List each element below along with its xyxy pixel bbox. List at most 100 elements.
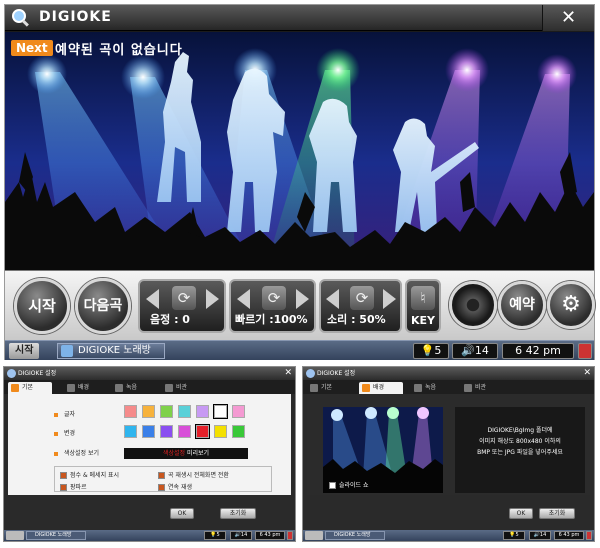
checkbox[interactable] bbox=[158, 484, 165, 491]
color-swatch[interactable] bbox=[213, 404, 228, 419]
basic-tab-icon bbox=[11, 384, 19, 392]
app-title: DIGIOKE bbox=[39, 9, 112, 25]
checkbox-fanfare[interactable]: 팡파르 bbox=[60, 482, 87, 491]
flag-icon[interactable] bbox=[578, 343, 592, 359]
pitch-down-button[interactable] bbox=[146, 289, 159, 309]
color-swatch[interactable] bbox=[232, 405, 245, 418]
checkbox[interactable] bbox=[60, 472, 67, 479]
bulb-indicator: 💡5 bbox=[503, 531, 525, 540]
reserve-button[interactable]: 예약 bbox=[498, 281, 546, 329]
pitch-control: ⟳ 음정 : 0 bbox=[138, 279, 226, 333]
tab-label: 배경 bbox=[78, 384, 90, 391]
dialog-title-bar[interactable]: DIGIOKE 설정 ✕ bbox=[303, 367, 594, 380]
color-swatch[interactable] bbox=[196, 405, 209, 418]
next-song-button[interactable]: 다음곡 bbox=[75, 278, 131, 334]
extra-tab-icon bbox=[464, 384, 472, 392]
close-button[interactable]: ✕ bbox=[542, 5, 594, 31]
tab-record[interactable]: 녹음 bbox=[112, 382, 156, 394]
color-swatch[interactable] bbox=[142, 425, 155, 438]
flag-icon[interactable] bbox=[586, 531, 592, 540]
clock: 6 42 pm bbox=[502, 343, 574, 359]
dialog-title: DIGIOKE 설정 bbox=[317, 370, 356, 377]
volume-up-button[interactable] bbox=[383, 289, 396, 309]
dialog-close-button[interactable]: ✕ bbox=[284, 367, 292, 380]
outline-color-row: 변경 bbox=[54, 428, 75, 437]
taskbar-task-label[interactable]: DIGIOKE 노래방 bbox=[325, 531, 385, 540]
bulb-count: 5 bbox=[216, 532, 220, 538]
pitch-up-button[interactable] bbox=[206, 289, 219, 309]
color-swatch[interactable] bbox=[178, 405, 191, 418]
dialog-title-bar[interactable]: DIGIOKE 설정 ✕ bbox=[4, 367, 295, 380]
dialog-close-button[interactable]: ✕ bbox=[583, 367, 591, 380]
clock: 6 43 pm bbox=[554, 531, 584, 540]
checkbox[interactable] bbox=[158, 472, 165, 479]
lyrics-color-row: 글자 bbox=[54, 409, 75, 418]
tab-background[interactable]: 배경 bbox=[64, 382, 108, 394]
speed-down-button[interactable] bbox=[237, 289, 250, 309]
checkbox-score[interactable]: 점수 & 메세지 표시 bbox=[60, 470, 119, 479]
volume-down-button[interactable] bbox=[326, 289, 339, 309]
taskbar-task-label[interactable]: DIGIOKE 노래방 bbox=[26, 531, 86, 540]
tab-extra[interactable]: 비관 bbox=[162, 382, 206, 394]
taskbar-task-digioke[interactable]: DIGIOKE 노래방 bbox=[57, 343, 165, 359]
tab-label: 비관 bbox=[475, 384, 487, 391]
key-control[interactable]: ♮ KEY bbox=[405, 279, 441, 333]
magnifier-icon bbox=[7, 369, 16, 378]
slideshow-label: 슬라이드 쇼 bbox=[339, 482, 369, 489]
tab-record[interactable]: 녹음 bbox=[411, 382, 455, 394]
bullet-icon bbox=[54, 412, 58, 417]
tab-basic[interactable]: 기본 bbox=[8, 382, 52, 394]
color-swatch[interactable] bbox=[160, 405, 173, 418]
speed-reset-icon[interactable]: ⟳ bbox=[262, 286, 286, 310]
tab-background[interactable]: 배경 bbox=[359, 382, 403, 394]
reset-button[interactable]: 초기화 bbox=[539, 508, 575, 519]
taskbar-start-button[interactable]: 시작 bbox=[9, 343, 40, 359]
checkbox[interactable] bbox=[60, 484, 67, 491]
start-button[interactable]: 시작 bbox=[14, 278, 70, 334]
info-line: DIGIOKE\BgImg 폴더에 bbox=[487, 427, 553, 434]
tab-label: 녹음 bbox=[425, 384, 437, 391]
volume-label: 소리 : 50% bbox=[327, 313, 386, 326]
ok-button[interactable]: OK bbox=[509, 508, 533, 519]
color-swatch[interactable] bbox=[214, 425, 227, 438]
disc-button[interactable] bbox=[449, 281, 497, 329]
checkbox-fullscreen[interactable]: 곡 재생시 전체화면 전환 bbox=[158, 470, 229, 479]
flag-icon[interactable] bbox=[287, 531, 293, 540]
color-swatch[interactable] bbox=[178, 425, 191, 438]
magnifier-icon bbox=[306, 369, 315, 378]
taskbar-start-button[interactable] bbox=[6, 531, 24, 540]
volume-indicator[interactable]: 🔊14 bbox=[529, 531, 551, 540]
volume-reset-icon[interactable]: ⟳ bbox=[350, 286, 374, 310]
volume-indicator[interactable]: 🔊14 bbox=[230, 531, 252, 540]
checkbox-continuous[interactable]: 연속 재생 bbox=[158, 482, 192, 491]
taskbar-start-button[interactable] bbox=[305, 531, 323, 540]
app-task-icon bbox=[61, 345, 73, 357]
color-swatch[interactable] bbox=[232, 425, 245, 438]
title-bar[interactable]: DIGIOKE ✕ bbox=[5, 5, 594, 31]
record-tab-icon bbox=[115, 384, 123, 392]
tab-label: 녹음 bbox=[126, 384, 138, 391]
color-swatch[interactable] bbox=[160, 425, 173, 438]
settings-gear-icon[interactable]: ⚙ bbox=[547, 281, 595, 329]
volume-value: 14 bbox=[539, 532, 547, 538]
reset-button[interactable]: 초기화 bbox=[220, 508, 256, 519]
tab-label: 기본 bbox=[22, 384, 34, 391]
pitch-reset-icon[interactable]: ⟳ bbox=[172, 286, 196, 310]
ok-button[interactable]: OK bbox=[170, 508, 194, 519]
magnifier-icon bbox=[12, 9, 29, 27]
tab-extra[interactable]: 비관 bbox=[461, 382, 505, 394]
speed-up-button[interactable] bbox=[296, 289, 309, 309]
slideshow-checkbox[interactable] bbox=[329, 482, 336, 489]
color-swatch[interactable] bbox=[142, 405, 155, 418]
record-tab-icon bbox=[414, 384, 422, 392]
color-swatch[interactable] bbox=[124, 405, 137, 418]
taskbar: DIGIOKE 노래방 💡5 🔊14 6 43 pm bbox=[303, 530, 594, 541]
tab-basic[interactable]: 기본 bbox=[307, 382, 351, 394]
slideshow-option[interactable]: 슬라이드 쇼 bbox=[329, 480, 369, 489]
color-swatch[interactable] bbox=[124, 425, 137, 438]
color-swatch[interactable] bbox=[195, 424, 210, 439]
settings-dialog-basic: DIGIOKE 설정 ✕ 기본 배경 녹음 비관 글자 변경 색상설정 보기 색… bbox=[3, 366, 296, 542]
volume-indicator[interactable]: 🔊14 bbox=[452, 343, 498, 359]
key-label: KEY bbox=[411, 314, 436, 327]
bulb-count: 5 bbox=[434, 344, 442, 357]
